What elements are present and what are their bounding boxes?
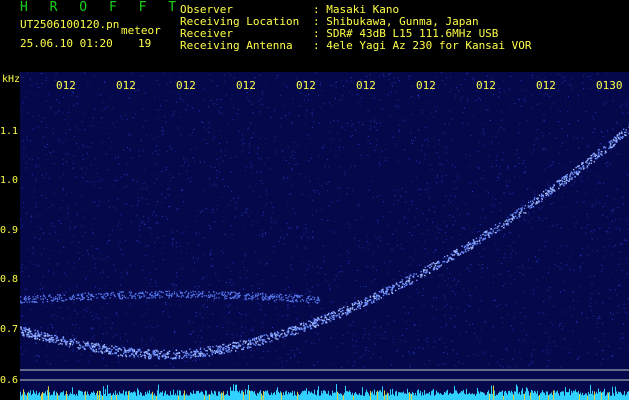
frequency-unit-label: kHz: [2, 74, 21, 85]
detection-type: meteor: [121, 24, 161, 37]
app-title: H R O F F T: [20, 0, 184, 15]
x-tick-label: 012: [356, 79, 376, 92]
x-tick-label: 0130: [596, 79, 623, 92]
file-name: UT2506100120.pn: [20, 18, 120, 31]
y-tick-label: 1.1: [0, 126, 19, 137]
x-tick-label: 012: [476, 79, 496, 92]
header-panel: H R O F F T UT2506100120.pn meteor 25.06…: [0, 0, 629, 72]
y-tick-label: 0.7: [0, 324, 19, 335]
x-tick-label: 012: [176, 79, 196, 92]
x-tick-label: 012: [56, 79, 76, 92]
station-info: Observer: Masaki Kano Receiving Location…: [180, 4, 532, 52]
x-tick-label: 012: [296, 79, 316, 92]
x-tick-label: 012: [416, 79, 436, 92]
y-tick-label: 0.9: [0, 225, 19, 236]
y-tick-label: 1.0: [0, 175, 19, 186]
spectrogram: [20, 72, 629, 400]
x-tick-label: 012: [116, 79, 136, 92]
x-tick-label: 012: [536, 79, 556, 92]
count-label: 19: [138, 37, 152, 50]
antenna-row: Receiving Antenna: 4ele Yagi Az 230 for …: [180, 39, 532, 52]
x-tick-label: 012: [236, 79, 256, 92]
y-tick-label: 0.6: [0, 375, 19, 386]
datetime-label: 25.06.10 01:20: [20, 37, 113, 50]
y-tick-label: 0.8: [0, 274, 19, 285]
